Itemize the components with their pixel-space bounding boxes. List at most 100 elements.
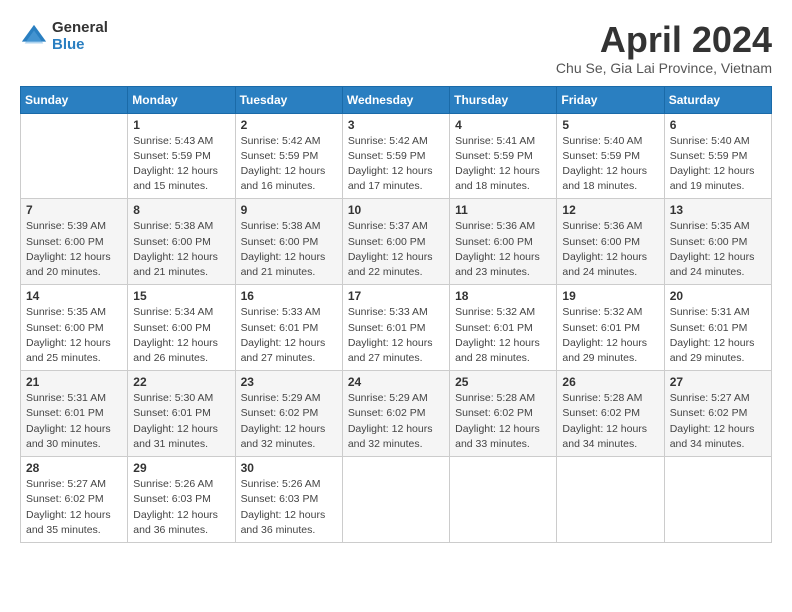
calendar-cell: 29Sunrise: 5:26 AM Sunset: 6:03 PM Dayli… bbox=[128, 457, 235, 543]
title-block: April 2024 Chu Se, Gia Lai Province, Vie… bbox=[556, 20, 772, 76]
calendar-cell: 2 Sunrise: 5:42 AM Sunset: 5:59 PM Daylig… bbox=[235, 113, 342, 199]
calendar-cell: 26 Sunrise: 5:28 AM Sunset: 6:02 PM Dayli… bbox=[557, 371, 664, 457]
weekday-header-monday: Monday bbox=[128, 86, 235, 113]
weekday-header-tuesday: Tuesday bbox=[235, 86, 342, 113]
calendar-cell: 11 Sunrise: 5:36 AM Sunset: 6:00 PM Dayli… bbox=[450, 199, 557, 285]
day-info: Sunrise: 5:28 AM Sunset: 6:02 PM Dayligh… bbox=[455, 391, 551, 452]
day-info: Sunrise: 5:42 AM Sunset: 5:59 PM Dayligh… bbox=[241, 134, 337, 195]
day-info: Sunrise: 5:35 AM Sunset: 6:00 PM Dayligh… bbox=[670, 219, 766, 280]
day-number: 3 bbox=[348, 118, 444, 132]
calendar-cell: 14 Sunrise: 5:35 AM Sunset: 6:00 PM Dayli… bbox=[21, 285, 128, 371]
calendar-week-row: 28Sunrise: 5:27 AM Sunset: 6:02 PM Dayli… bbox=[21, 457, 772, 543]
calendar-cell: 22Sunrise: 5:30 AM Sunset: 6:01 PM Dayli… bbox=[128, 371, 235, 457]
calendar-cell: 23 Sunrise: 5:29 AM Sunset: 6:02 PM Dayli… bbox=[235, 371, 342, 457]
day-number: 11 bbox=[455, 203, 551, 217]
calendar-cell bbox=[450, 457, 557, 543]
day-number: 4 bbox=[455, 118, 551, 132]
calendar-cell: 10 Sunrise: 5:37 AM Sunset: 6:00 PM Dayli… bbox=[342, 199, 449, 285]
day-info: Sunrise: 5:38 AM Sunset: 6:00 PM Dayligh… bbox=[133, 219, 229, 280]
weekday-header-thursday: Thursday bbox=[450, 86, 557, 113]
calendar-cell: 24 Sunrise: 5:29 AM Sunset: 6:02 PM Dayli… bbox=[342, 371, 449, 457]
day-info: Sunrise: 5:28 AM Sunset: 6:02 PM Dayligh… bbox=[562, 391, 658, 452]
day-number: 30 bbox=[241, 461, 337, 475]
day-number: 14 bbox=[26, 289, 122, 303]
logo-general: General bbox=[52, 20, 108, 37]
day-number: 13 bbox=[670, 203, 766, 217]
day-number: 8 bbox=[133, 203, 229, 217]
day-number: 19 bbox=[562, 289, 658, 303]
calendar-cell bbox=[664, 457, 771, 543]
calendar-cell: 27 Sunrise: 5:27 AM Sunset: 6:02 PM Dayli… bbox=[664, 371, 771, 457]
day-info: Sunrise: 5:37 AM Sunset: 6:00 PM Dayligh… bbox=[348, 219, 444, 280]
calendar-cell: 15 Sunrise: 5:34 AM Sunset: 6:00 PM Dayli… bbox=[128, 285, 235, 371]
calendar-cell: 13 Sunrise: 5:35 AM Sunset: 6:00 PM Dayli… bbox=[664, 199, 771, 285]
calendar-week-row: 21Sunrise: 5:31 AM Sunset: 6:01 PM Dayli… bbox=[21, 371, 772, 457]
calendar-cell: 17Sunrise: 5:33 AM Sunset: 6:01 PM Dayli… bbox=[342, 285, 449, 371]
day-number: 22 bbox=[133, 375, 229, 389]
day-number: 9 bbox=[241, 203, 337, 217]
day-number: 29 bbox=[133, 461, 229, 475]
day-number: 26 bbox=[562, 375, 658, 389]
day-info: Sunrise: 5:27 AM Sunset: 6:02 PM Dayligh… bbox=[26, 477, 122, 538]
day-number: 17 bbox=[348, 289, 444, 303]
calendar-week-row: 14 Sunrise: 5:35 AM Sunset: 6:00 PM Dayli… bbox=[21, 285, 772, 371]
calendar-cell: 25 Sunrise: 5:28 AM Sunset: 6:02 PM Dayli… bbox=[450, 371, 557, 457]
calendar-cell: 12Sunrise: 5:36 AM Sunset: 6:00 PM Dayli… bbox=[557, 199, 664, 285]
day-number: 5 bbox=[562, 118, 658, 132]
day-info: Sunrise: 5:33 AM Sunset: 6:01 PM Dayligh… bbox=[241, 305, 337, 366]
day-info: Sunrise: 5:40 AM Sunset: 5:59 PM Dayligh… bbox=[670, 134, 766, 195]
day-number: 15 bbox=[133, 289, 229, 303]
day-number: 21 bbox=[26, 375, 122, 389]
logo-icon bbox=[20, 23, 48, 51]
logo-blue: Blue bbox=[52, 37, 108, 54]
month-title: April 2024 bbox=[556, 20, 772, 60]
day-info: Sunrise: 5:29 AM Sunset: 6:02 PM Dayligh… bbox=[241, 391, 337, 452]
calendar-cell: 7Sunrise: 5:39 AM Sunset: 6:00 PM Daylig… bbox=[21, 199, 128, 285]
calendar-cell: 19Sunrise: 5:32 AM Sunset: 6:01 PM Dayli… bbox=[557, 285, 664, 371]
day-number: 24 bbox=[348, 375, 444, 389]
page-header: General Blue April 2024 Chu Se, Gia Lai … bbox=[20, 20, 772, 76]
calendar-cell: 18Sunrise: 5:32 AM Sunset: 6:01 PM Dayli… bbox=[450, 285, 557, 371]
calendar-cell: 28Sunrise: 5:27 AM Sunset: 6:02 PM Dayli… bbox=[21, 457, 128, 543]
location: Chu Se, Gia Lai Province, Vietnam bbox=[556, 60, 772, 76]
calendar-week-row: 7Sunrise: 5:39 AM Sunset: 6:00 PM Daylig… bbox=[21, 199, 772, 285]
day-info: Sunrise: 5:26 AM Sunset: 6:03 PM Dayligh… bbox=[241, 477, 337, 538]
weekday-header-sunday: Sunday bbox=[21, 86, 128, 113]
day-info: Sunrise: 5:38 AM Sunset: 6:00 PM Dayligh… bbox=[241, 219, 337, 280]
day-number: 27 bbox=[670, 375, 766, 389]
weekday-header-wednesday: Wednesday bbox=[342, 86, 449, 113]
day-number: 1 bbox=[133, 118, 229, 132]
day-number: 6 bbox=[670, 118, 766, 132]
day-number: 20 bbox=[670, 289, 766, 303]
day-info: Sunrise: 5:31 AM Sunset: 6:01 PM Dayligh… bbox=[670, 305, 766, 366]
calendar-cell: 3Sunrise: 5:42 AM Sunset: 5:59 PM Daylig… bbox=[342, 113, 449, 199]
day-info: Sunrise: 5:43 AM Sunset: 5:59 PM Dayligh… bbox=[133, 134, 229, 195]
calendar-cell: 5Sunrise: 5:40 AM Sunset: 5:59 PM Daylig… bbox=[557, 113, 664, 199]
calendar-cell: 4 Sunrise: 5:41 AM Sunset: 5:59 PM Daylig… bbox=[450, 113, 557, 199]
day-number: 10 bbox=[348, 203, 444, 217]
calendar-cell: 30 Sunrise: 5:26 AM Sunset: 6:03 PM Dayli… bbox=[235, 457, 342, 543]
calendar-cell: 9 Sunrise: 5:38 AM Sunset: 6:00 PM Daylig… bbox=[235, 199, 342, 285]
day-info: Sunrise: 5:36 AM Sunset: 6:00 PM Dayligh… bbox=[455, 219, 551, 280]
day-number: 18 bbox=[455, 289, 551, 303]
calendar-cell bbox=[21, 113, 128, 199]
day-number: 23 bbox=[241, 375, 337, 389]
day-info: Sunrise: 5:34 AM Sunset: 6:00 PM Dayligh… bbox=[133, 305, 229, 366]
day-info: Sunrise: 5:35 AM Sunset: 6:00 PM Dayligh… bbox=[26, 305, 122, 366]
calendar-table: SundayMondayTuesdayWednesdayThursdayFrid… bbox=[20, 86, 772, 543]
calendar-cell bbox=[342, 457, 449, 543]
calendar-week-row: 1 Sunrise: 5:43 AM Sunset: 5:59 PM Daylig… bbox=[21, 113, 772, 199]
weekday-header-friday: Friday bbox=[557, 86, 664, 113]
day-info: Sunrise: 5:27 AM Sunset: 6:02 PM Dayligh… bbox=[670, 391, 766, 452]
day-number: 12 bbox=[562, 203, 658, 217]
day-info: Sunrise: 5:41 AM Sunset: 5:59 PM Dayligh… bbox=[455, 134, 551, 195]
day-number: 2 bbox=[241, 118, 337, 132]
calendar-cell: 8 Sunrise: 5:38 AM Sunset: 6:00 PM Daylig… bbox=[128, 199, 235, 285]
day-number: 25 bbox=[455, 375, 551, 389]
logo-text: General Blue bbox=[52, 20, 108, 53]
day-info: Sunrise: 5:39 AM Sunset: 6:00 PM Dayligh… bbox=[26, 219, 122, 280]
day-info: Sunrise: 5:29 AM Sunset: 6:02 PM Dayligh… bbox=[348, 391, 444, 452]
logo: General Blue bbox=[20, 20, 108, 53]
weekday-header-saturday: Saturday bbox=[664, 86, 771, 113]
day-number: 16 bbox=[241, 289, 337, 303]
